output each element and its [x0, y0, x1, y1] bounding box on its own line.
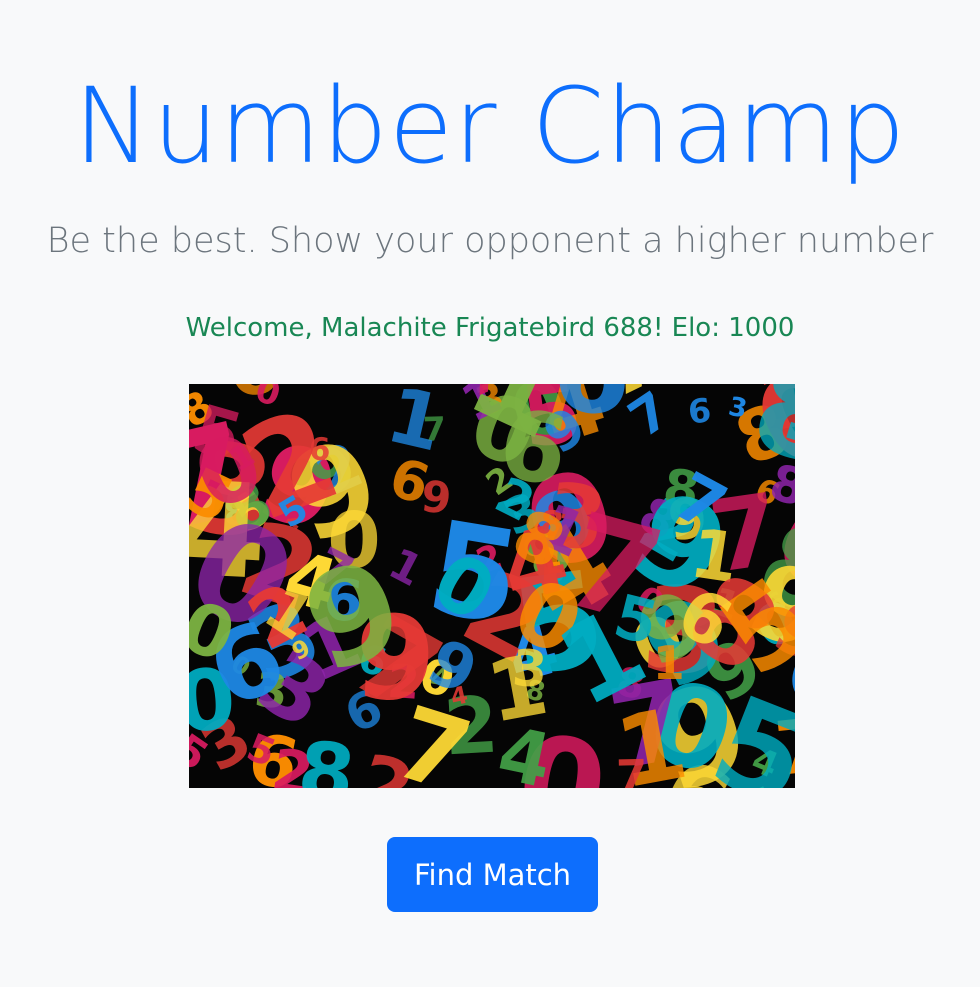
page-subtitle: Be the best. Show your opponent a higher…: [46, 221, 934, 261]
decorative-digit: 7: [616, 750, 648, 788]
decorative-digit: 9: [419, 472, 454, 525]
decorative-digit: 8: [294, 723, 360, 788]
decorative-digit: 6: [686, 390, 713, 431]
find-match-button[interactable]: Find Match: [387, 837, 598, 912]
page-title: Number Champ: [73, 65, 907, 187]
welcome-message: Welcome, Malachite Frigatebird 688! Elo:…: [185, 313, 795, 343]
colorful-numbers-image: 0011436042930808836723567059368102560323…: [189, 384, 795, 788]
page: Number Champ Be the best. Show your oppo…: [0, 0, 980, 987]
hero-image: 0011436042930808836723567059368102560323…: [189, 384, 795, 788]
